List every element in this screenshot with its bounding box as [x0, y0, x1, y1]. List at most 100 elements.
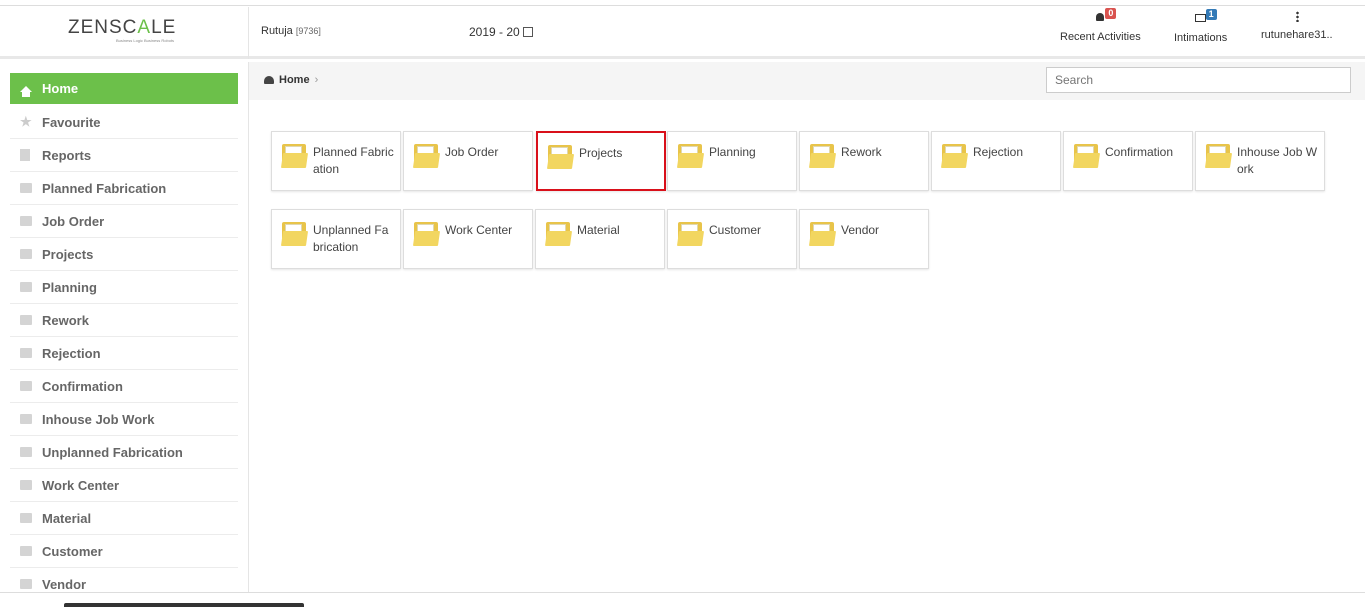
sidebar-item-job-order[interactable]: Job Order — [10, 205, 238, 238]
sidebar-item-customer[interactable]: Customer — [10, 535, 238, 568]
folder-icon — [20, 579, 32, 589]
sidebar-item-projects[interactable]: Projects — [10, 238, 238, 271]
tile-label: Rejection — [973, 145, 1024, 159]
sidebar-item-label: Rejection — [42, 345, 101, 361]
user-name: Rutuja — [261, 25, 293, 37]
sidebar-item-unplanned-fabrication[interactable]: Unplanned Fabrication — [10, 436, 238, 469]
folder-icon — [20, 216, 32, 226]
folder-icon — [676, 144, 705, 168]
sidebar-item-work-center[interactable]: Work Center — [10, 469, 238, 502]
tile-label: Job Order — [445, 145, 499, 159]
folder-icon — [940, 144, 969, 168]
user-id: [9736] — [295, 26, 321, 36]
tile-label: Unplanned Fabrication — [313, 223, 389, 254]
folder-icon — [280, 222, 309, 246]
recent-activities-badge: 0 — [1105, 8, 1117, 19]
logo-tagline: Business Logic Business Robots — [116, 38, 175, 43]
search-input[interactable] — [1046, 67, 1351, 93]
folder-icon — [808, 222, 837, 246]
sidebar-item-label: Material — [42, 510, 92, 526]
tile-rejection[interactable]: Rejection — [931, 131, 1061, 191]
folder-icon — [20, 546, 32, 556]
more-vertical-icon — [1291, 11, 1303, 23]
sidebar-item-rejection[interactable]: Rejection — [10, 337, 238, 370]
taskbar-strip — [64, 603, 304, 607]
top-border — [0, 0, 1365, 6]
logo-text-1: ZENSC — [68, 17, 138, 38]
recent-activities-label: Recent Activities — [1060, 31, 1141, 43]
folder-icon — [1072, 144, 1101, 168]
bell-icon: 0 — [1094, 8, 1117, 25]
sidebar-item-confirmation[interactable]: Confirmation — [10, 370, 238, 403]
sidebar-item-planned-fabrication[interactable]: Planned Fabrication — [10, 172, 238, 205]
sidebar-item-reports[interactable]: Reports — [10, 139, 238, 172]
sidebar-item-rework[interactable]: Rework — [10, 304, 238, 337]
folder-icon — [20, 183, 32, 193]
tile-label: Confirmation — [1105, 145, 1174, 159]
sidebar: Home ★ Favourite Reports Planned Fabricat… — [0, 62, 249, 592]
edit-icon[interactable] — [522, 27, 533, 37]
tile-label: Inhouse Job Work — [1237, 145, 1318, 176]
document-icon — [20, 149, 30, 161]
breadcrumb-bar: Home › — [249, 62, 1365, 100]
tile-vendor[interactable]: Vendor — [799, 209, 929, 269]
tile-inhouse-job-work[interactable]: Inhouse Job Work — [1195, 131, 1325, 191]
sidebar-item-label: Work Center — [42, 477, 120, 493]
recent-activities-button[interactable]: 0 Recent Activities — [1060, 8, 1141, 43]
sidebar-item-material[interactable]: Material — [10, 502, 238, 535]
folder-icon — [20, 348, 32, 358]
tile-label: Customer — [709, 223, 762, 237]
tile-label: Material — [577, 223, 620, 237]
sidebar-item-label: Reports — [42, 147, 92, 163]
folder-icon — [20, 315, 32, 325]
logo-text-2: A — [137, 17, 152, 38]
tile-label: Rework — [841, 145, 882, 159]
app-header: ZENSCALE Business Logic Business Robots … — [0, 7, 1365, 59]
folder-icon — [20, 381, 32, 391]
sidebar-item-inhouse-job-work[interactable]: Inhouse Job Work — [10, 403, 238, 436]
tile-job-order[interactable]: Job Order — [403, 131, 533, 191]
account-menu[interactable]: rutunehare31.. — [1261, 11, 1333, 41]
intimations-label: Intimations — [1174, 32, 1228, 44]
logo: ZENSCALE — [68, 17, 176, 39]
tile-work-center[interactable]: Work Center — [403, 209, 533, 269]
tile-label: Work Center — [445, 223, 513, 237]
financial-year[interactable]: 2019 - 20 — [469, 25, 533, 39]
star-icon: ★ — [20, 114, 32, 129]
sidebar-item-label: Customer — [42, 543, 103, 559]
sidebar-item-label: Confirmation — [42, 378, 123, 394]
tile-customer[interactable]: Customer — [667, 209, 797, 269]
tile-projects[interactable]: Projects — [536, 131, 666, 191]
tile-planning[interactable]: Planning — [667, 131, 797, 191]
logo-text-3: LE — [151, 17, 177, 38]
account-label: rutunehare31.. — [1261, 29, 1333, 41]
tile-unplanned-fabrication[interactable]: Unplanned Fabrication — [271, 209, 401, 269]
tile-label: Projects — [579, 146, 623, 160]
folder-icon — [412, 222, 441, 246]
breadcrumb-home[interactable]: Home — [279, 74, 310, 86]
tile-material[interactable]: Material — [535, 209, 665, 269]
sidebar-item-label: Projects — [42, 246, 94, 262]
sidebar-item-home[interactable]: Home — [10, 73, 238, 104]
tile-label: Vendor — [841, 223, 880, 237]
logo-area[interactable]: ZENSCALE Business Logic Business Robots — [0, 7, 249, 59]
tile-rework[interactable]: Rework — [799, 131, 929, 191]
tile-confirmation[interactable]: Confirmation — [1063, 131, 1193, 191]
sidebar-item-vendor[interactable]: Vendor — [10, 568, 238, 592]
sidebar-item-label: Home — [42, 81, 79, 96]
intimations-button[interactable]: 1 Intimations — [1174, 9, 1228, 44]
mail-icon: 1 — [1194, 9, 1217, 26]
sidebar-item-label: Vendor — [42, 576, 87, 592]
sidebar-item-label: Unplanned Fabrication — [42, 444, 183, 460]
breadcrumb-separator: › — [314, 74, 319, 86]
sidebar-item-planning[interactable]: Planning — [10, 271, 238, 304]
folder-icon — [544, 222, 573, 246]
user-info: Rutuja [9736] — [261, 25, 321, 37]
folder-icon — [20, 414, 32, 424]
intimations-badge: 1 — [1205, 9, 1217, 20]
sidebar-item-label: Job Order — [42, 213, 105, 229]
sidebar-item-label: Rework — [42, 312, 89, 328]
breadcrumb[interactable]: Home › — [264, 74, 318, 86]
sidebar-item-favourite[interactable]: ★ Favourite — [10, 106, 238, 139]
tile-planned-fabrication[interactable]: Planned Fabrication — [271, 131, 401, 191]
